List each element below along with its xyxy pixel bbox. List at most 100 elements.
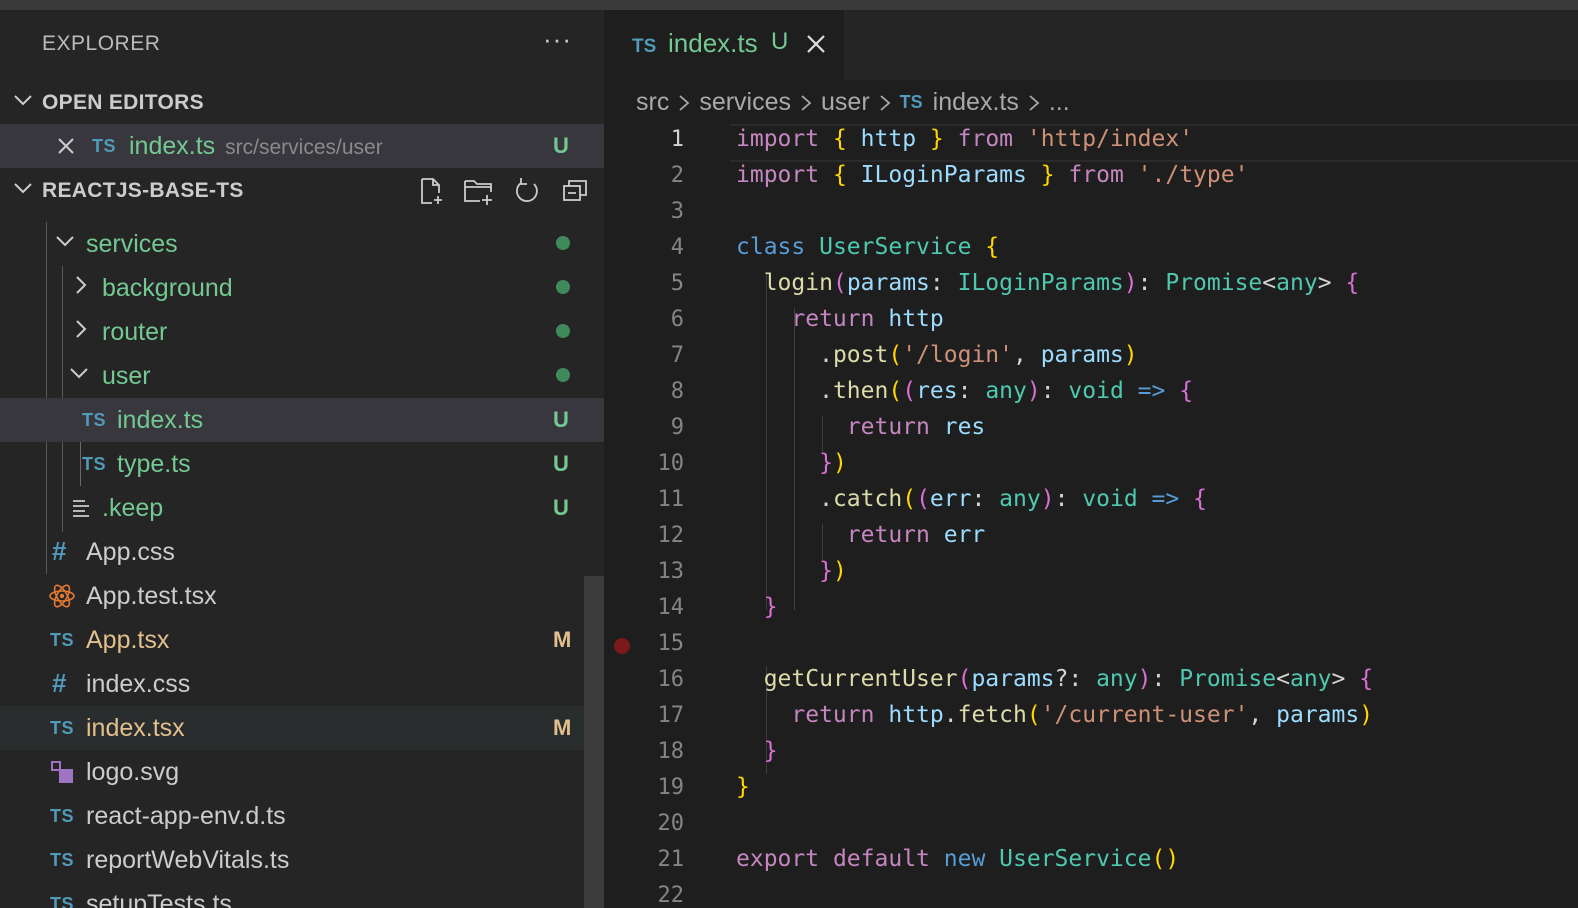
line-number: 9	[670, 415, 684, 440]
new-folder-icon[interactable]	[462, 174, 496, 208]
typescript-icon: TS	[82, 454, 107, 474]
tree-folder-user[interactable]: user	[0, 354, 604, 398]
chevron-down-icon	[12, 89, 34, 116]
code-line: 3	[604, 196, 1578, 232]
status-badge: U	[553, 451, 569, 476]
tree-file-env[interactable]: TS react-app-env.d.ts	[0, 794, 604, 838]
code-line: 4 class UserService {	[604, 232, 1578, 268]
tree-file-setup[interactable]: TS setupTests.ts	[0, 882, 604, 908]
line-number: 8	[670, 379, 684, 404]
project-actions	[414, 174, 592, 208]
refresh-icon[interactable]	[510, 174, 544, 208]
line-number: 3	[670, 199, 684, 224]
line-number: 14	[657, 595, 685, 620]
project-header[interactable]: REACTJS-BASE-TS	[0, 170, 604, 210]
breadcrumb-user[interactable]: user	[821, 88, 870, 117]
code-line: 12 return err	[604, 520, 1578, 556]
code-text: import { ILoginParams } from './type'	[736, 162, 1249, 188]
folder-name: services	[86, 230, 178, 258]
code-line: 2 import { ILoginParams } from './type'	[604, 160, 1578, 196]
chevron-right-icon	[70, 274, 92, 301]
tree-file-app-tsx[interactable]: TS App.tsx M	[0, 618, 604, 662]
line-number: 11	[657, 487, 685, 512]
tab-index-ts[interactable]: TS index.ts U	[604, 10, 844, 80]
folder-name: router	[102, 318, 168, 346]
new-file-icon[interactable]	[414, 174, 448, 208]
code-line: 22	[604, 880, 1578, 908]
code-text: }	[736, 774, 750, 800]
code-line: 8 .then((res: any): void => {	[604, 376, 1578, 412]
code-line: 11 .catch((err: any): void => {	[604, 484, 1578, 520]
breadcrumb-src[interactable]: src	[636, 88, 669, 117]
typescript-icon: TS	[50, 850, 75, 870]
file-name: reportWebVitals.ts	[86, 846, 290, 874]
close-icon[interactable]	[56, 136, 76, 161]
code-text: getCurrentUser(params?: any): Promise<an…	[763, 666, 1374, 692]
code-line: 5 login(params: ILoginParams): Promise<a…	[604, 268, 1578, 304]
line-number: 21	[657, 847, 685, 872]
file-name: index.tsx	[86, 714, 185, 742]
text-file-icon	[72, 499, 90, 522]
react-icon	[48, 583, 76, 614]
code-text: return res	[846, 414, 986, 440]
breadcrumb-file[interactable]: index.ts	[933, 88, 1019, 117]
chevron-right-icon	[70, 318, 92, 345]
code-line: 19 }	[604, 772, 1578, 808]
file-name: index.ts	[117, 406, 204, 434]
open-editors-header[interactable]: OPEN EDITORS	[0, 82, 604, 122]
line-number: 2	[670, 163, 684, 188]
tree-file-app-css[interactable]: # App.css	[0, 530, 604, 574]
open-editor-name: index.ts src/services/user	[129, 132, 383, 160]
breadcrumb: src services user TS index.ts ...	[636, 88, 1070, 117]
tree-file-logo[interactable]: logo.svg	[0, 750, 604, 794]
breadcrumb-more[interactable]: ...	[1049, 88, 1070, 117]
tree-file-keep[interactable]: .keep U	[0, 486, 604, 530]
code-line: 15	[604, 628, 1578, 664]
svg-file-icon	[50, 760, 74, 789]
tree-file-user-index[interactable]: TS index.ts U	[0, 398, 604, 442]
status-badge: U	[553, 495, 569, 520]
file-name: setupTests.ts	[86, 890, 232, 908]
file-name: index.css	[86, 670, 191, 698]
status-badge: M	[553, 715, 572, 740]
file-name: type.ts	[117, 450, 191, 478]
tree-file-app-test[interactable]: App.test.tsx	[0, 574, 604, 618]
close-icon[interactable]	[804, 32, 828, 61]
line-number: 12	[657, 523, 685, 548]
sidebar-scrollbar[interactable]	[584, 576, 604, 908]
folder-name: background	[102, 274, 233, 302]
typescript-icon: TS	[50, 894, 75, 908]
code-line: 14 }	[604, 592, 1578, 628]
open-editor-path: src/services/user	[225, 136, 383, 159]
collapse-all-icon[interactable]	[558, 174, 592, 208]
typescript-icon: TS	[82, 410, 107, 430]
file-name: logo.svg	[86, 758, 180, 786]
project-label: REACTJS-BASE-TS	[42, 179, 244, 202]
code-editor[interactable]: 1 import { http } from 'http/index' 2 im…	[604, 124, 1578, 908]
line-number: 5	[670, 271, 684, 296]
tree-file-user-type[interactable]: TS type.ts U	[0, 442, 604, 486]
breadcrumb-services[interactable]: services	[699, 88, 791, 117]
code-text: return err	[846, 522, 986, 548]
editor-pane: TS index.ts U src services user TS index…	[604, 10, 1578, 908]
chevron-right-icon	[799, 93, 813, 113]
tree-file-index-css[interactable]: # index.css	[0, 662, 604, 706]
code-text: .then((res: any): void => {	[819, 378, 1194, 404]
file-name: App.tsx	[86, 626, 170, 654]
tree-file-index-tsx[interactable]: TS index.tsx M	[0, 706, 604, 750]
chevron-down-icon	[54, 230, 76, 257]
tree-folder-background[interactable]: background	[0, 266, 604, 310]
open-editor-item[interactable]: TS index.ts src/services/user U	[0, 124, 604, 168]
code-text: }	[763, 594, 778, 620]
code-text: }	[763, 738, 778, 764]
modified-dot	[556, 324, 570, 338]
typescript-icon: TS	[899, 92, 923, 112]
code-line: 1 import { http } from 'http/index'	[604, 124, 1578, 160]
css-file-icon: #	[52, 536, 67, 566]
code-line: 9 return res	[604, 412, 1578, 448]
tree-file-vitals[interactable]: TS reportWebVitals.ts	[0, 838, 604, 882]
tree-folder-services[interactable]: services	[0, 222, 604, 266]
tree-folder-router[interactable]: router	[0, 310, 604, 354]
more-actions-icon[interactable]: ···	[543, 24, 572, 55]
chevron-right-icon	[1027, 93, 1041, 113]
